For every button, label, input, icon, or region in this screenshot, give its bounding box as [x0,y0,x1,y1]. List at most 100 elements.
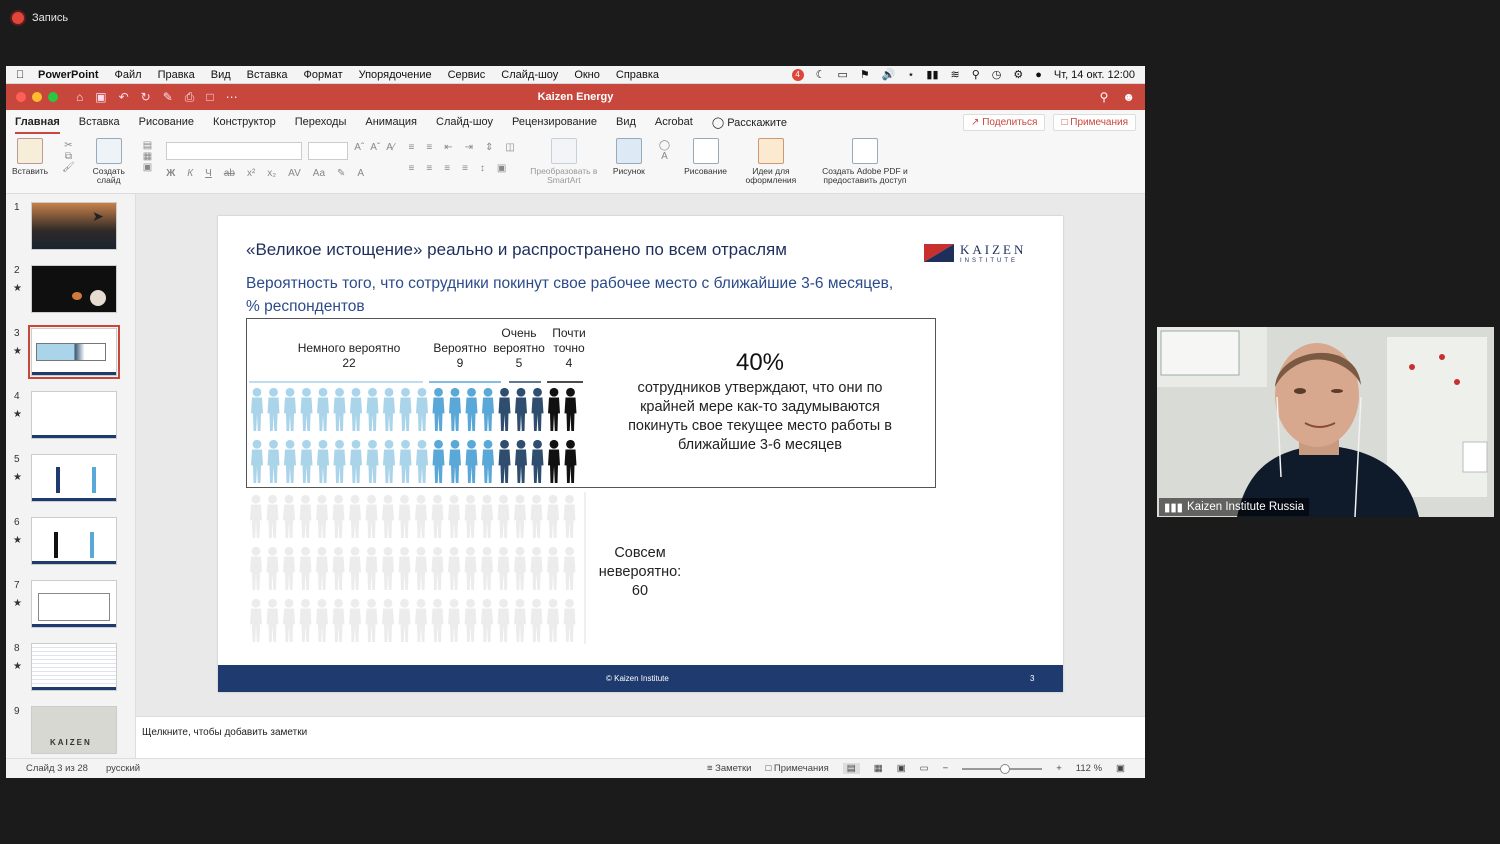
underline-icon[interactable]: Ч [205,168,212,179]
bullets-icon[interactable]: ≡ [409,142,415,153]
language[interactable]: русский [106,763,140,774]
clock[interactable]: Чт, 14 окт. 12:00 [1054,69,1135,81]
thumbnail-6[interactable]: 6 ★ [6,517,136,569]
account-icon[interactable]: ☻ [1122,90,1135,104]
apple-icon[interactable]:  [16,69,38,81]
highlight-icon[interactable]: ✎ [337,168,345,179]
home-icon[interactable]: ⌂ [76,90,83,105]
smartart-button[interactable]: Преобразовать в SmartArt [529,138,599,185]
reset-icon[interactable]: ▦ [143,151,152,162]
time-machine-icon[interactable]: ◷ [992,68,1002,81]
thumbnail-5[interactable]: 5 ★ [6,454,136,506]
change-case-icon[interactable]: Aa [313,168,325,179]
char-spacing-icon[interactable]: AV [288,168,301,179]
adobe-pdf-button[interactable]: Создать Adobe PDF и предоставить доступ [815,138,915,185]
menu-tools[interactable]: Сервис [448,69,486,81]
zoom-level[interactable]: 112 % [1076,763,1102,774]
moon-icon[interactable]: ☾ [816,68,826,81]
comments-button[interactable]: □ Примечания [1053,113,1136,131]
thumbnail-3[interactable]: 3 ★ [6,325,136,380]
section-icon[interactable]: ▣ [143,162,152,173]
current-slide[interactable]: «Великое истощение» реально и распростра… [218,216,1063,692]
superscript-icon[interactable]: x² [247,168,255,179]
text-direction-icon[interactable]: ↕ [480,163,485,174]
slide-canvas[interactable]: «Великое истощение» реально и распростра… [92,194,1145,716]
notification-badge[interactable]: 4 [791,68,804,81]
thumbnail-4[interactable]: 4 ★ [6,391,136,443]
justify-icon[interactable]: ≡ [462,163,468,174]
design-ideas-button[interactable]: Идеи для оформления [741,138,801,185]
thumbnail-2[interactable]: 2 ★ [6,265,136,317]
increase-indent-icon[interactable]: ⇥ [465,142,473,153]
control-center-icon[interactable]: ⚙ [1013,68,1023,81]
comments-toggle[interactable]: □ Примечания [765,763,828,774]
tab-home[interactable]: Главная [15,116,60,134]
bold-icon[interactable]: Ж [166,168,175,179]
tab-slideshow[interactable]: Слайд-шоу [436,116,493,128]
zoom-out-icon[interactable]: − [943,763,949,774]
shrink-font-icon[interactable]: Aˇ [370,142,380,160]
tab-review[interactable]: Рецензирование [512,116,597,128]
textbox-icon[interactable]: A [661,151,668,162]
tab-insert[interactable]: Вставка [79,116,120,128]
new-slide-button[interactable]: Создать слайд [89,138,129,185]
normal-view-icon[interactable]: ▤ [842,763,860,774]
new-doc-icon[interactable]: □ [206,90,213,105]
thumbnail-9[interactable]: 9 KAIZEN [6,706,136,758]
reading-view-icon[interactable]: ▣ [897,763,906,774]
save-icon[interactable]: ▣ [95,90,106,105]
display-icon[interactable]: ▭ [838,68,848,81]
print-icon[interactable]: ⎙ [185,90,195,105]
wifi-icon[interactable]: ≋ [951,68,960,81]
menu-insert[interactable]: Вставка [247,69,288,81]
picture-button[interactable]: Рисунок [613,138,645,176]
battery-icon[interactable]: ▮▮ [926,68,938,81]
menu-help[interactable]: Справка [616,69,659,81]
search-icon[interactable]: ⚲ [972,68,980,81]
sorter-view-icon[interactable]: ▦ [874,763,883,774]
menu-app-name[interactable]: PowerPoint [38,69,99,81]
more-icon[interactable]: ⋯ [226,90,238,105]
slide-subtitle[interactable]: Вероятность того, что сотрудники покинут… [246,272,906,318]
font-color-icon[interactable]: A [357,168,364,179]
menu-file[interactable]: Файл [115,69,142,81]
columns-icon[interactable]: ◫ [505,142,514,153]
zoom-window-button[interactable] [48,92,58,102]
clear-format-icon[interactable]: A∕ [386,142,394,160]
align-left-icon[interactable]: ≡ [409,163,415,174]
likely-box[interactable]: Немного вероятно 22 Вероятно 9 Очень вер… [246,318,936,488]
slide-title[interactable]: «Великое истощение» реально и распростра… [246,240,787,260]
menu-arrange[interactable]: Упорядочение [359,69,432,81]
menu-slideshow[interactable]: Слайд-шоу [501,69,558,81]
align-center-icon[interactable]: ≡ [426,163,432,174]
grow-font-icon[interactable]: Aˆ [354,142,364,160]
menu-window[interactable]: Окно [574,69,600,81]
subscript-icon[interactable]: x₂ [267,168,276,179]
thumbnail-7[interactable]: 7 ★ [6,580,136,632]
thumbnail-8[interactable]: 8 ★ [6,643,136,695]
font-family-select[interactable] [166,142,303,160]
numbering-icon[interactable]: ≡ [426,142,432,153]
shapes-icon[interactable]: ◯ [659,140,670,151]
align-text-icon[interactable]: ▣ [497,163,506,174]
zoom-slider[interactable] [962,763,1043,774]
tab-transitions[interactable]: Переходы [295,116,347,128]
tab-draw[interactable]: Рисование [139,116,194,128]
edit-icon[interactable]: ✎ [163,90,173,105]
font-size-select[interactable] [308,142,349,160]
drawing-button[interactable]: Рисование [684,138,727,176]
close-window-button[interactable] [16,92,26,102]
redo-icon[interactable]: ↻ [141,90,151,105]
paste-button[interactable]: Вставить [12,138,48,176]
search-icon[interactable]: ⚲ [1100,90,1109,104]
copy-icon[interactable]: ⧉ [65,151,72,162]
menu-edit[interactable]: Правка [158,69,195,81]
decrease-indent-icon[interactable]: ⇤ [444,142,452,153]
cut-icon[interactable]: ✂ [64,140,72,151]
strike-icon[interactable]: ab [224,168,235,179]
volume-icon[interactable]: 🔊 [882,68,896,81]
align-right-icon[interactable]: ≡ [444,163,450,174]
tab-design[interactable]: Конструктор [213,116,276,128]
tab-view[interactable]: Вид [616,116,636,128]
layout-icon[interactable]: ▤ [143,140,152,151]
